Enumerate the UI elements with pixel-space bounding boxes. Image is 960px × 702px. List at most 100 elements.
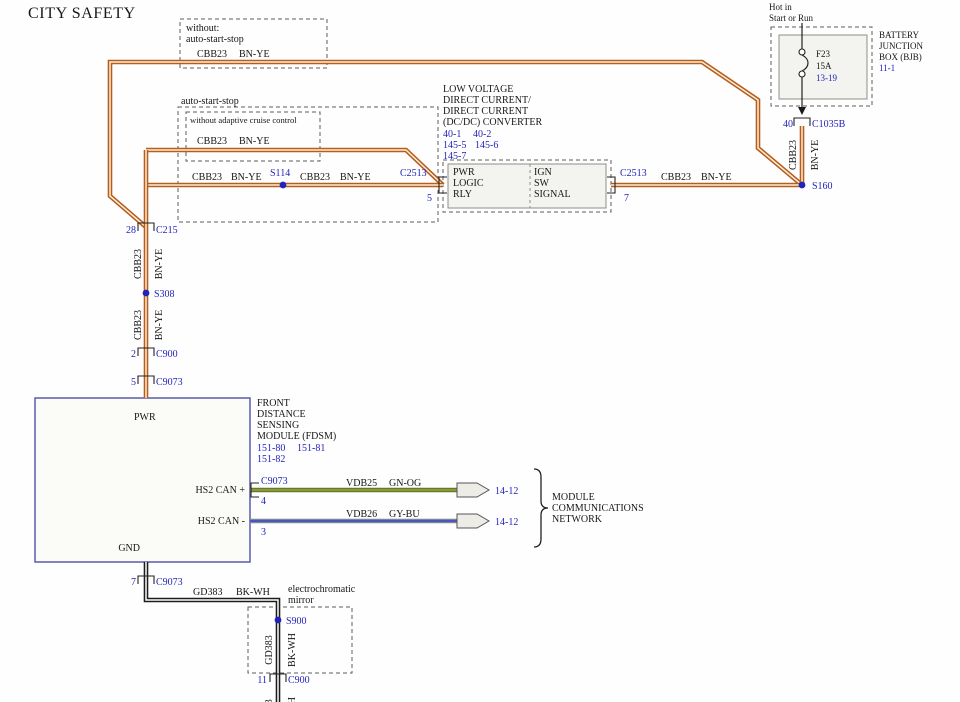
can-minus-color: GY-BU xyxy=(389,509,420,520)
row-a-wire-color: BN-YE xyxy=(239,136,270,147)
fdsm-ref-1: 151-80 xyxy=(257,443,285,454)
fuse-page-ref: 13-19 xyxy=(816,73,837,83)
bjb-name-1: BATTERY xyxy=(879,30,920,40)
fdsm-pin-can-plus: HS2 CAN + xyxy=(195,485,245,496)
fdsm-name-2: DISTANCE xyxy=(257,409,306,420)
splice-s308: S308 xyxy=(154,289,175,300)
dcdc-pwr-2: LOGIC xyxy=(453,178,484,189)
fdsm-name-1: FRONT xyxy=(257,398,290,409)
bypass-label-2: auto-start-stop xyxy=(186,34,244,45)
page-title: CITY SAFETY xyxy=(28,5,136,22)
pin-11: 11 xyxy=(257,675,267,686)
fdsm-ref-2: 151-81 xyxy=(297,443,325,454)
chain-wire1-circuit: CBB23 xyxy=(133,249,144,279)
chain-wire2-color: BN-YE xyxy=(154,310,165,341)
bjb-name-3: BOX (BJB) xyxy=(879,52,922,62)
connector-c2513-left: C2513 xyxy=(400,168,427,179)
pin-2: 2 xyxy=(131,349,136,360)
connector-c215: C215 xyxy=(156,225,178,236)
dcdc-ign-3: SIGNAL xyxy=(534,189,571,200)
can-plus-color: GN-OG xyxy=(389,478,421,489)
splice-s160: S160 xyxy=(812,181,833,192)
fuse-rating: 15A xyxy=(816,61,832,71)
connector-c9073-gnd: C9073 xyxy=(156,577,183,588)
c1035b-connector-symbol xyxy=(793,117,811,126)
row-b-right-color: BN-YE xyxy=(340,172,371,183)
fdsm-name-4: MODULE (FDSM) xyxy=(257,431,336,442)
dcdc-ref-3: 145-5 xyxy=(443,140,466,151)
connector-c9073: C9073 xyxy=(156,377,183,388)
connector-c1035b: C1035B xyxy=(812,119,846,130)
dcdc-ref-2: 40-2 xyxy=(473,129,491,140)
pin-7-gnd: 7 xyxy=(131,577,136,588)
fdsm-pin-pwr: PWR xyxy=(134,412,156,423)
gnd-wire-circuit: GD383 xyxy=(193,587,222,598)
network-label-2: COMMUNICATIONS xyxy=(552,503,644,514)
row-a-wire-circuit: CBB23 xyxy=(197,136,227,147)
network-label-1: MODULE xyxy=(552,492,595,503)
mirror-label-2: mirror xyxy=(288,595,314,606)
wacc-box-label: without adaptive cruise control xyxy=(190,115,297,125)
splice-s114: S114 xyxy=(270,168,290,179)
dcdc-out-color: BN-YE xyxy=(701,172,732,183)
bjb-wire-circuit: CBB23 xyxy=(788,140,799,170)
connector-c2513-right: C2513 xyxy=(620,168,647,179)
bjb-page-ref: 11-1 xyxy=(879,63,895,73)
fuse-name: F23 xyxy=(816,49,831,59)
bypass-label-1: without: xyxy=(186,23,219,34)
pin-5-c2513: 5 xyxy=(427,193,432,204)
dcdc-ref-1: 40-1 xyxy=(443,129,461,140)
dcdc-ref-4: 145-6 xyxy=(475,140,498,151)
row-b-left-color: BN-YE xyxy=(231,172,262,183)
fdsm-name-3: SENSING xyxy=(257,420,299,431)
can-connector-c9073: C9073 xyxy=(261,476,288,487)
gnd-bottom-color: BK-WH xyxy=(287,697,298,702)
hot-in-label-2: Start or Run xyxy=(769,13,813,23)
can-plus-page-ref: 14-12 xyxy=(495,486,518,497)
fdsm-ref-3: 151-82 xyxy=(257,454,285,465)
gnd-rot-color: BK-WH xyxy=(287,633,298,667)
fuse-terminal-bottom xyxy=(798,70,806,78)
s114-splice-dot xyxy=(279,181,287,189)
splice-s900: S900 xyxy=(286,616,307,627)
fuse-terminal-top xyxy=(798,48,806,56)
pin-5-c9073: 5 xyxy=(131,377,136,388)
dcdc-ign-2: SW xyxy=(534,178,550,189)
hot-in-label: Hot in xyxy=(769,2,792,12)
pin-40: 40 xyxy=(783,119,793,130)
current-direction-arrow xyxy=(798,107,806,115)
bjb-wire-color: BN-YE xyxy=(810,140,821,171)
can-minus-pin-3: 3 xyxy=(261,527,266,538)
can-plus-terminal-lug xyxy=(456,482,490,498)
dcdc-out-circuit: CBB23 xyxy=(661,172,691,183)
chain-wire1-color: BN-YE xyxy=(154,249,165,280)
fdsm-pin-can-minus: HS2 CAN - xyxy=(198,516,245,527)
bjb-name-2: JUNCTION xyxy=(879,41,923,51)
dcdc-pwr-3: RLY xyxy=(453,189,472,200)
dcdc-ref-5: 145-7 xyxy=(443,151,466,162)
mirror-label-1: electrochromatic xyxy=(288,584,356,595)
can-plus-circuit: VDB25 xyxy=(346,478,377,489)
can-minus-page-ref: 14-12 xyxy=(495,517,518,528)
dcdc-pwr-1: PWR xyxy=(453,167,475,178)
wiring-diagram-page: CITY SAFETY Hot in Start or Run F23 15A … xyxy=(0,0,960,702)
row-b-right-circuit: CBB23 xyxy=(300,172,330,183)
can-minus-circuit: VDB26 xyxy=(346,509,377,520)
can-minus-terminal-lug xyxy=(456,513,490,529)
network-label-3: NETWORK xyxy=(552,514,603,525)
gnd-wire-color: BK-WH xyxy=(236,587,270,598)
pin-7-c2513: 7 xyxy=(624,193,629,204)
connector-c900-mirror: C900 xyxy=(288,675,310,686)
row-b-left-circuit: CBB23 xyxy=(192,172,222,183)
bypass-wire-color: BN-YE xyxy=(239,49,270,60)
network-brace xyxy=(533,468,549,548)
s900-splice-dot xyxy=(274,616,282,624)
can-plus-pin-4: 4 xyxy=(261,496,266,507)
bypass-wire-circuit: CBB23 xyxy=(197,49,227,60)
dcdc-name-3: DIRECT CURRENT xyxy=(443,106,528,117)
dcdc-name-2: DIRECT CURRENT/ xyxy=(443,95,531,106)
s160-splice-dot xyxy=(798,181,806,189)
pin-28: 28 xyxy=(126,225,136,236)
chain-wire2-circuit: CBB23 xyxy=(133,310,144,340)
dcdc-ign-1: IGN xyxy=(534,167,552,178)
